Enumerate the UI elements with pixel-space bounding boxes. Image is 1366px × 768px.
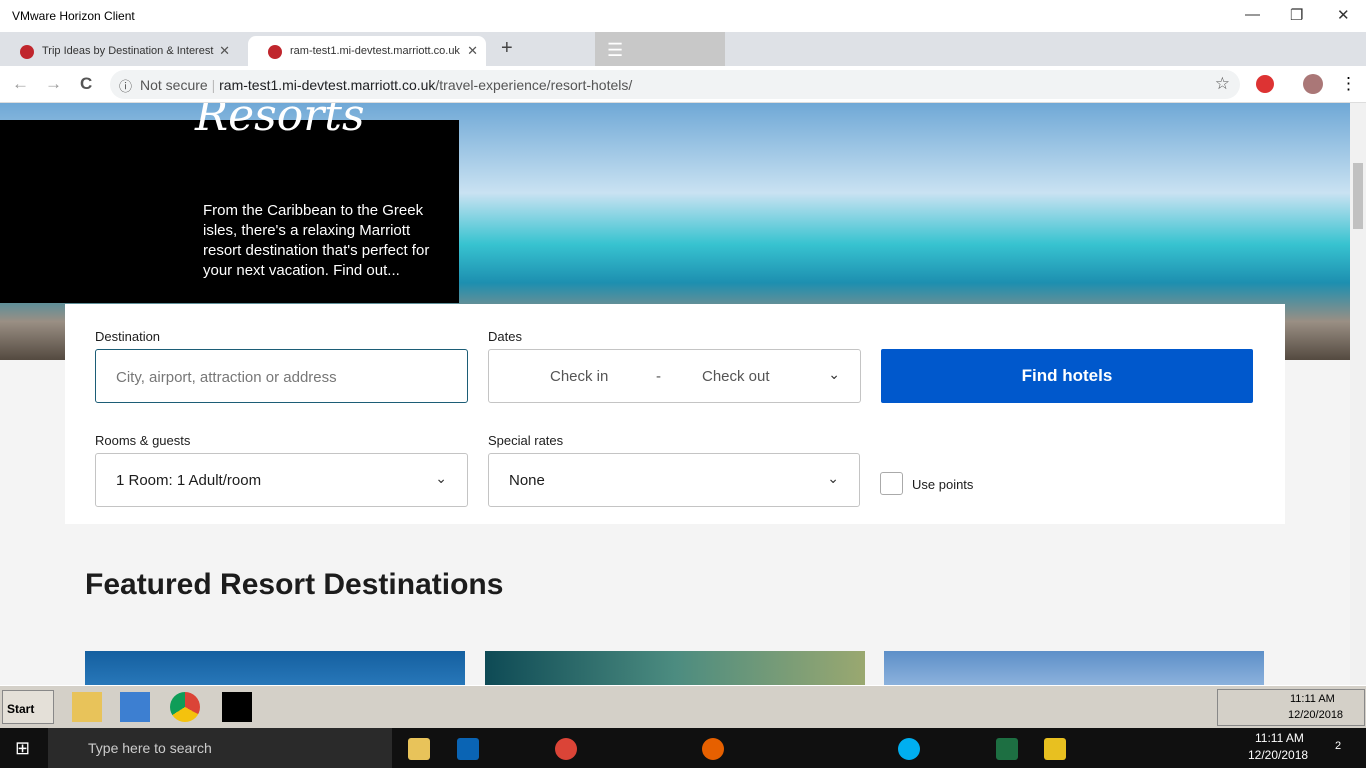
scroll-thumb[interactable]	[1353, 163, 1363, 229]
info-icon[interactable]: ⓘ	[119, 76, 132, 95]
reload-button[interactable]: C	[80, 74, 92, 94]
bookmark-star-icon[interactable]: ☆	[1215, 74, 1230, 94]
restore-button[interactable]: ❐	[1290, 6, 1303, 24]
special-rates-value: None	[509, 472, 545, 489]
clock-time[interactable]: 11:11 AM	[1255, 731, 1304, 745]
destination-label: Destination	[95, 329, 161, 344]
file-explorer-icon[interactable]	[72, 692, 102, 722]
extension-icon[interactable]	[1256, 75, 1274, 93]
windows-taskbar: ⊞ Type here to search 11:11 AM 12/20/201…	[0, 728, 1366, 768]
minimize-button[interactable]: —	[1245, 6, 1260, 23]
tab-label: Trip Ideas by Destination & Interest	[42, 45, 214, 57]
check-out: Check out	[702, 368, 770, 385]
start-button[interactable]: Start	[2, 690, 54, 724]
chrome-icon[interactable]	[170, 692, 200, 722]
destination-card[interactable]	[485, 651, 865, 685]
file-explorer-icon[interactable]	[408, 738, 430, 760]
security-label: Not secure	[140, 77, 208, 93]
hero-description: From the Caribbean to the Greek isles, t…	[203, 202, 430, 279]
address-bar: ← → C ⓘ Not secure | ram-test1.mi-devtes…	[0, 66, 1366, 103]
dates-label: Dates	[488, 329, 522, 344]
chevron-down-icon: ⌄	[827, 470, 839, 486]
date-separator: -	[656, 368, 661, 385]
profile-avatar[interactable]	[1303, 74, 1323, 94]
url-field[interactable]: ⓘ Not secure | ram-test1.mi-devtest.marr…	[110, 70, 1240, 99]
page-content: Resorts From the Caribbean to the Greek …	[0, 103, 1350, 685]
chevron-down-icon: ⌄	[435, 470, 447, 486]
marriott-favicon-icon	[268, 45, 282, 59]
close-button[interactable]: ✕	[1337, 6, 1350, 24]
excel-icon[interactable]	[996, 738, 1018, 760]
tab-close-icon[interactable]: ✕	[219, 43, 230, 59]
rooms-select[interactable]: 1 Room: 1 Adult/room ⌄	[95, 453, 468, 507]
chrome-icon[interactable]	[555, 738, 577, 760]
vm-clock-date: 12/20/2018	[1288, 709, 1344, 721]
featured-heading: Featured Resort Destinations	[85, 568, 504, 601]
tab-label: ram-test1.mi-devtest.marriott.co.uk	[290, 45, 460, 57]
skype-icon[interactable]	[898, 738, 920, 760]
window-title: VMware Horizon Client	[12, 9, 135, 23]
forward-button[interactable]: →	[45, 74, 62, 94]
windows-start-icon[interactable]: ⊞	[15, 738, 30, 759]
back-button[interactable]: ←	[12, 74, 29, 94]
url-host: ram-test1.mi-devtest.marriott.co.uk	[219, 77, 436, 93]
hero-script-title: Resorts	[195, 103, 365, 141]
menu-icon[interactable]: ☰	[607, 40, 623, 61]
firefox-icon[interactable]	[702, 738, 724, 760]
special-rates-label: Special rates	[488, 433, 564, 448]
chrome-menu-icon[interactable]: ⋮	[1340, 74, 1357, 94]
use-points-checkbox[interactable]	[880, 472, 903, 495]
destination-input[interactable]: City, airport, attraction or address	[95, 349, 468, 403]
find-hotels-button[interactable]: Find hotels	[881, 349, 1253, 403]
page-scrollbar[interactable]	[1350, 103, 1366, 685]
new-tab-button[interactable]: +	[501, 37, 513, 60]
clock-date[interactable]: 12/20/2018	[1248, 748, 1308, 762]
marriott-favicon-icon	[20, 45, 34, 59]
vm-taskbar: Start 11:11 AM 12/20/2018	[0, 685, 1366, 728]
tab-resort-hotels[interactable]: ram-test1.mi-devtest.marriott.co.uk ✕	[248, 36, 486, 66]
taskbar-search[interactable]: Type here to search	[48, 728, 392, 768]
intellij-icon[interactable]	[222, 692, 252, 722]
vm-clock-time: 11:11 AM	[1290, 693, 1335, 705]
tab-close-icon[interactable]: ✕	[467, 43, 478, 59]
chevron-down-icon: ⌄	[828, 366, 840, 382]
dates-picker[interactable]: Check in - Check out ⌄	[488, 349, 861, 403]
lock-icon[interactable]	[1044, 738, 1066, 760]
url-path: /travel-experience/resort-hotels/	[435, 77, 633, 93]
destination-card[interactable]	[85, 651, 465, 685]
rooms-value: 1 Room: 1 Adult/room	[116, 472, 262, 489]
vmware-toolbar[interactable]: ☰	[595, 32, 725, 66]
window-titlebar: VMware Horizon Client — ❐ ✕	[0, 0, 1366, 32]
media-player-icon[interactable]	[120, 692, 150, 722]
tab-trip-ideas[interactable]: Trip Ideas by Destination & Interest ✕	[0, 36, 238, 66]
vm-system-tray: 11:11 AM 12/20/2018	[1217, 689, 1365, 726]
rooms-label: Rooms & guests	[95, 433, 191, 448]
notifications-button[interactable]: 2	[1335, 740, 1341, 752]
destination-card[interactable]	[884, 651, 1264, 685]
search-form: Destination City, airport, attraction or…	[65, 304, 1285, 524]
use-points-label: Use points	[912, 477, 974, 492]
special-rates-select[interactable]: None ⌄	[488, 453, 860, 507]
outlook-icon[interactable]	[457, 738, 479, 760]
check-in: Check in	[550, 368, 609, 385]
